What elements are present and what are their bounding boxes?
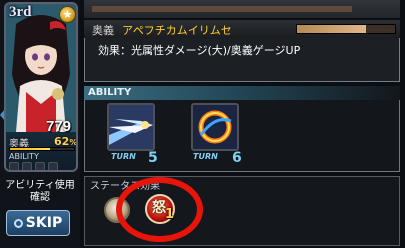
ougi-gauge [9, 147, 75, 151]
ougi-skill-name: アペフチカムイリムセ [122, 24, 232, 37]
character-rank: 3rd [9, 4, 32, 20]
character-card[interactable]: 3rd ★ 779 奥義 62% ABILITY [4, 2, 78, 172]
skip-dot-icon [13, 218, 23, 228]
star-medal-icon: ★ [59, 6, 76, 23]
ability-confirm-label[interactable]: アビリティ使用確認 [4, 180, 76, 204]
ougi-effect-text: 効果：光属性ダメージ(大)/奥義ゲージUP [98, 44, 301, 57]
character-hp: 779 [46, 118, 72, 135]
ability-header [84, 86, 400, 100]
ability-slot [22, 162, 32, 170]
flame-ring-icon[interactable] [191, 103, 239, 151]
ability-slot [9, 162, 19, 170]
character-ability-label: ABILITY [9, 152, 39, 161]
ability-slot [48, 162, 58, 170]
ougi-header-label: 奥義 [92, 24, 114, 37]
skip-label: SKIP [25, 215, 63, 231]
ability-title: ABILITY [88, 87, 132, 98]
turn-label: TURN [193, 152, 218, 161]
blue-arrow-strike-icon[interactable] [107, 103, 155, 151]
turn-label: TURN [111, 152, 136, 161]
turn-value: 5 [148, 150, 158, 166]
ability-slot [35, 162, 45, 170]
skip-button[interactable]: SKIP [6, 210, 70, 236]
top-gauge [92, 6, 352, 12]
turn-value: 6 [232, 150, 242, 166]
highlight-circle [116, 177, 203, 242]
character-portrait [6, 4, 76, 132]
ougi-header-gauge [296, 24, 396, 34]
ability-slots [9, 162, 58, 170]
